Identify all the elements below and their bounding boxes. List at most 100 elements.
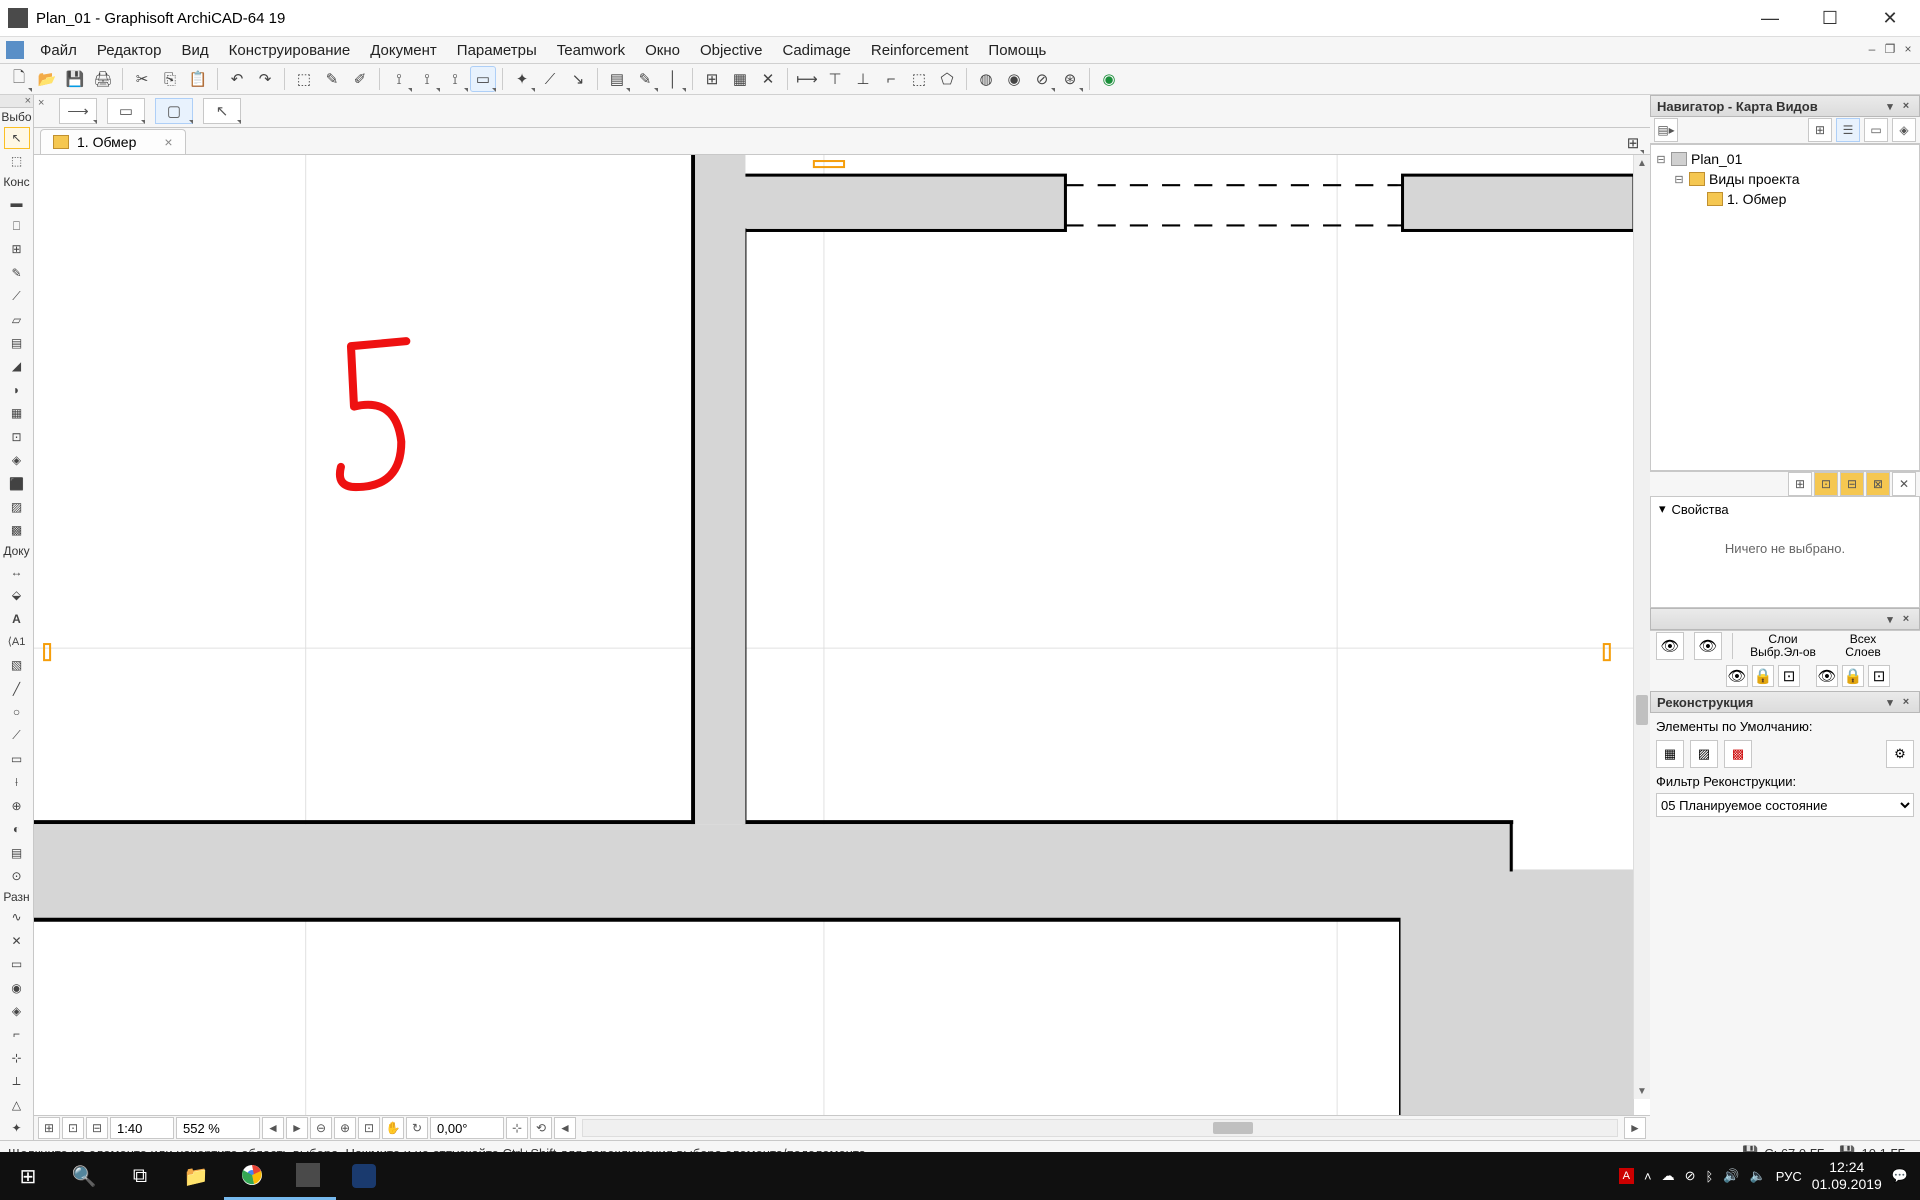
tool-wallend[interactable]: ⟂ (4, 1071, 30, 1092)
dim-tool-2[interactable]: ⟟ (414, 66, 440, 92)
menu-file[interactable]: Файл (30, 42, 87, 59)
layer-eye-2[interactable]: 👁 (1694, 632, 1722, 660)
tray-shield[interactable]: ⊘ (1685, 1168, 1696, 1184)
tray-up[interactable]: ˄ (1644, 1169, 1652, 1184)
menu-help[interactable]: Помощь (978, 42, 1056, 59)
tool-camera[interactable]: ◉ (4, 977, 30, 998)
meas-tool-1[interactable]: ⟼ (794, 66, 820, 92)
tool-arrow[interactable]: ↖ (4, 127, 30, 148)
geometry-method-1[interactable]: ⟶ (59, 98, 97, 124)
new-button[interactable]: 🗋 (6, 66, 32, 92)
tool-shell[interactable]: ◗ (4, 379, 30, 400)
quick-options-2[interactable]: ⊡ (62, 1117, 84, 1139)
zoom-prev[interactable]: ◄ (262, 1117, 284, 1139)
geometry-method-arrow[interactable]: ↖ (203, 98, 241, 124)
prop-btn-2[interactable]: ⊡ (1814, 472, 1838, 496)
tool-grid[interactable]: ⊹ (4, 1047, 30, 1068)
orient-2[interactable]: ⟲ (530, 1117, 552, 1139)
zoom-pan[interactable]: ✋ (382, 1117, 404, 1139)
mdi-close[interactable]: × (1900, 41, 1916, 57)
layer-lock[interactable]: 🔒 (1752, 665, 1774, 687)
zoom-in[interactable]: ⊕ (334, 1117, 356, 1139)
nav-view-map[interactable]: ☰ (1836, 118, 1860, 142)
maximize-button[interactable]: ☐ (1800, 0, 1860, 36)
tool-section[interactable]: ⟊ (4, 772, 30, 793)
tool-window[interactable]: ⊞ (4, 239, 30, 260)
mdi-minimize[interactable]: – (1864, 41, 1880, 57)
layer-eye-1[interactable]: 👁 (1656, 632, 1684, 660)
tool-marquee[interactable]: ⬚ (4, 151, 30, 172)
scroll-thumb-h[interactable] (1213, 1122, 1253, 1134)
marker-tool-3[interactable]: ⊘ (1029, 66, 1055, 92)
taskview-button[interactable]: ⧉ (112, 1152, 168, 1200)
scroll-down[interactable]: ▼ (1634, 1083, 1650, 1099)
recon-demolish[interactable]: ▨ (1690, 740, 1718, 768)
syringe-button[interactable]: ✐ (347, 66, 373, 92)
tray-bt[interactable]: ᛒ (1706, 1169, 1714, 1184)
tool-mesh[interactable]: ▩ (4, 520, 30, 541)
menu-cadimage[interactable]: Cadimage (773, 42, 861, 59)
tool-morph[interactable]: ◈ (4, 449, 30, 470)
app-button[interactable] (336, 1152, 392, 1200)
nav-project-map[interactable]: ⊞ (1808, 118, 1832, 142)
menu-edit[interactable]: Редактор (87, 42, 172, 59)
prop-btn-1[interactable]: ⊞ (1788, 472, 1812, 496)
tool-worksheet[interactable]: ▤ (4, 842, 30, 863)
menu-view[interactable]: Вид (171, 42, 218, 59)
properties-header[interactable]: ▾ Свойства (1651, 497, 1919, 521)
tool-curtain[interactable]: ⊡ (4, 426, 30, 447)
tool-circle[interactable]: ○ (4, 701, 30, 722)
dim-tool-3[interactable]: ⟟ (442, 66, 468, 92)
tray-clock[interactable]: 12:24 01.09.2019 (1812, 1159, 1882, 1193)
undo-button[interactable]: ↶ (224, 66, 250, 92)
tool-hotspot[interactable]: ✕ (4, 930, 30, 951)
tool-label[interactable]: ⟨A1 (4, 631, 30, 652)
tool-roof[interactable]: ◢ (4, 356, 30, 377)
tool-change[interactable]: △ (4, 1094, 30, 1115)
marker-tool-4[interactable]: ⊛ (1057, 66, 1083, 92)
tree-item[interactable]: 1. Обмер (1655, 189, 1915, 209)
start-button[interactable]: ⊞ (0, 1152, 56, 1200)
horizontal-scrollbar[interactable] (582, 1119, 1618, 1137)
tool-door[interactable]: ⎕ (4, 215, 30, 236)
marker-tool-2[interactable]: ◉ (1001, 66, 1027, 92)
layers-close[interactable]: × (1899, 612, 1913, 626)
recon-new[interactable]: ▩ (1724, 740, 1752, 768)
layer-all-show[interactable]: 👁 (1816, 665, 1838, 687)
line-tool[interactable]: │ (660, 66, 686, 92)
layer-all-wire[interactable]: ⊡ (1868, 665, 1890, 687)
tray-notifications[interactable]: 💬 (1892, 1168, 1908, 1184)
layer-tool[interactable]: ▤ (604, 66, 630, 92)
zoom-out[interactable]: ⊖ (310, 1117, 332, 1139)
scroll-thumb-v[interactable] (1636, 695, 1648, 725)
open-button[interactable]: 📂 (34, 66, 60, 92)
recon-existing[interactable]: ▦ (1656, 740, 1684, 768)
infobox-close[interactable]: × (38, 97, 44, 109)
minimize-button[interactable]: — (1740, 0, 1800, 36)
tool-wall[interactable]: ▬ (4, 192, 30, 213)
meas-tool-6[interactable]: ⬠ (934, 66, 960, 92)
vertical-scrollbar[interactable]: ▲ ▼ (1633, 155, 1650, 1099)
menu-objective[interactable]: Objective (690, 42, 773, 59)
marker-tool-1[interactable]: ◍ (973, 66, 999, 92)
layer-wire[interactable]: ⊡ (1778, 665, 1800, 687)
tab-options[interactable]: ⊞ (1622, 132, 1644, 154)
tool-object[interactable]: ⬛ (4, 473, 30, 494)
zoom-rotate[interactable]: ↻ (406, 1117, 428, 1139)
layer-show[interactable]: 👁 (1726, 665, 1748, 687)
pick-button[interactable]: ⬚ (291, 66, 317, 92)
tool-polyline[interactable]: ⟋ (4, 725, 30, 746)
orient-1[interactable]: ⊹ (506, 1117, 528, 1139)
zoom-field[interactable]: 552 % (176, 1117, 260, 1139)
search-button[interactable]: 🔍 (56, 1152, 112, 1200)
tray-vol[interactable]: 🔈 (1750, 1168, 1766, 1184)
tool-fill[interactable]: ▧ (4, 655, 30, 676)
tool-detail[interactable]: ⊙ (4, 865, 30, 886)
dim-tool-4[interactable]: ▭ (470, 66, 496, 92)
panel-opts[interactable]: ▾ (1883, 99, 1897, 113)
meas-tool-4[interactable]: ⌐ (878, 66, 904, 92)
geometry-method-2[interactable]: ▭ (107, 98, 145, 124)
reconstruction-header[interactable]: Реконструкция ▾× (1650, 691, 1920, 713)
dim-tool-1[interactable]: ⟟ (386, 66, 412, 92)
quick-options-1[interactable]: ⊞ (38, 1117, 60, 1139)
